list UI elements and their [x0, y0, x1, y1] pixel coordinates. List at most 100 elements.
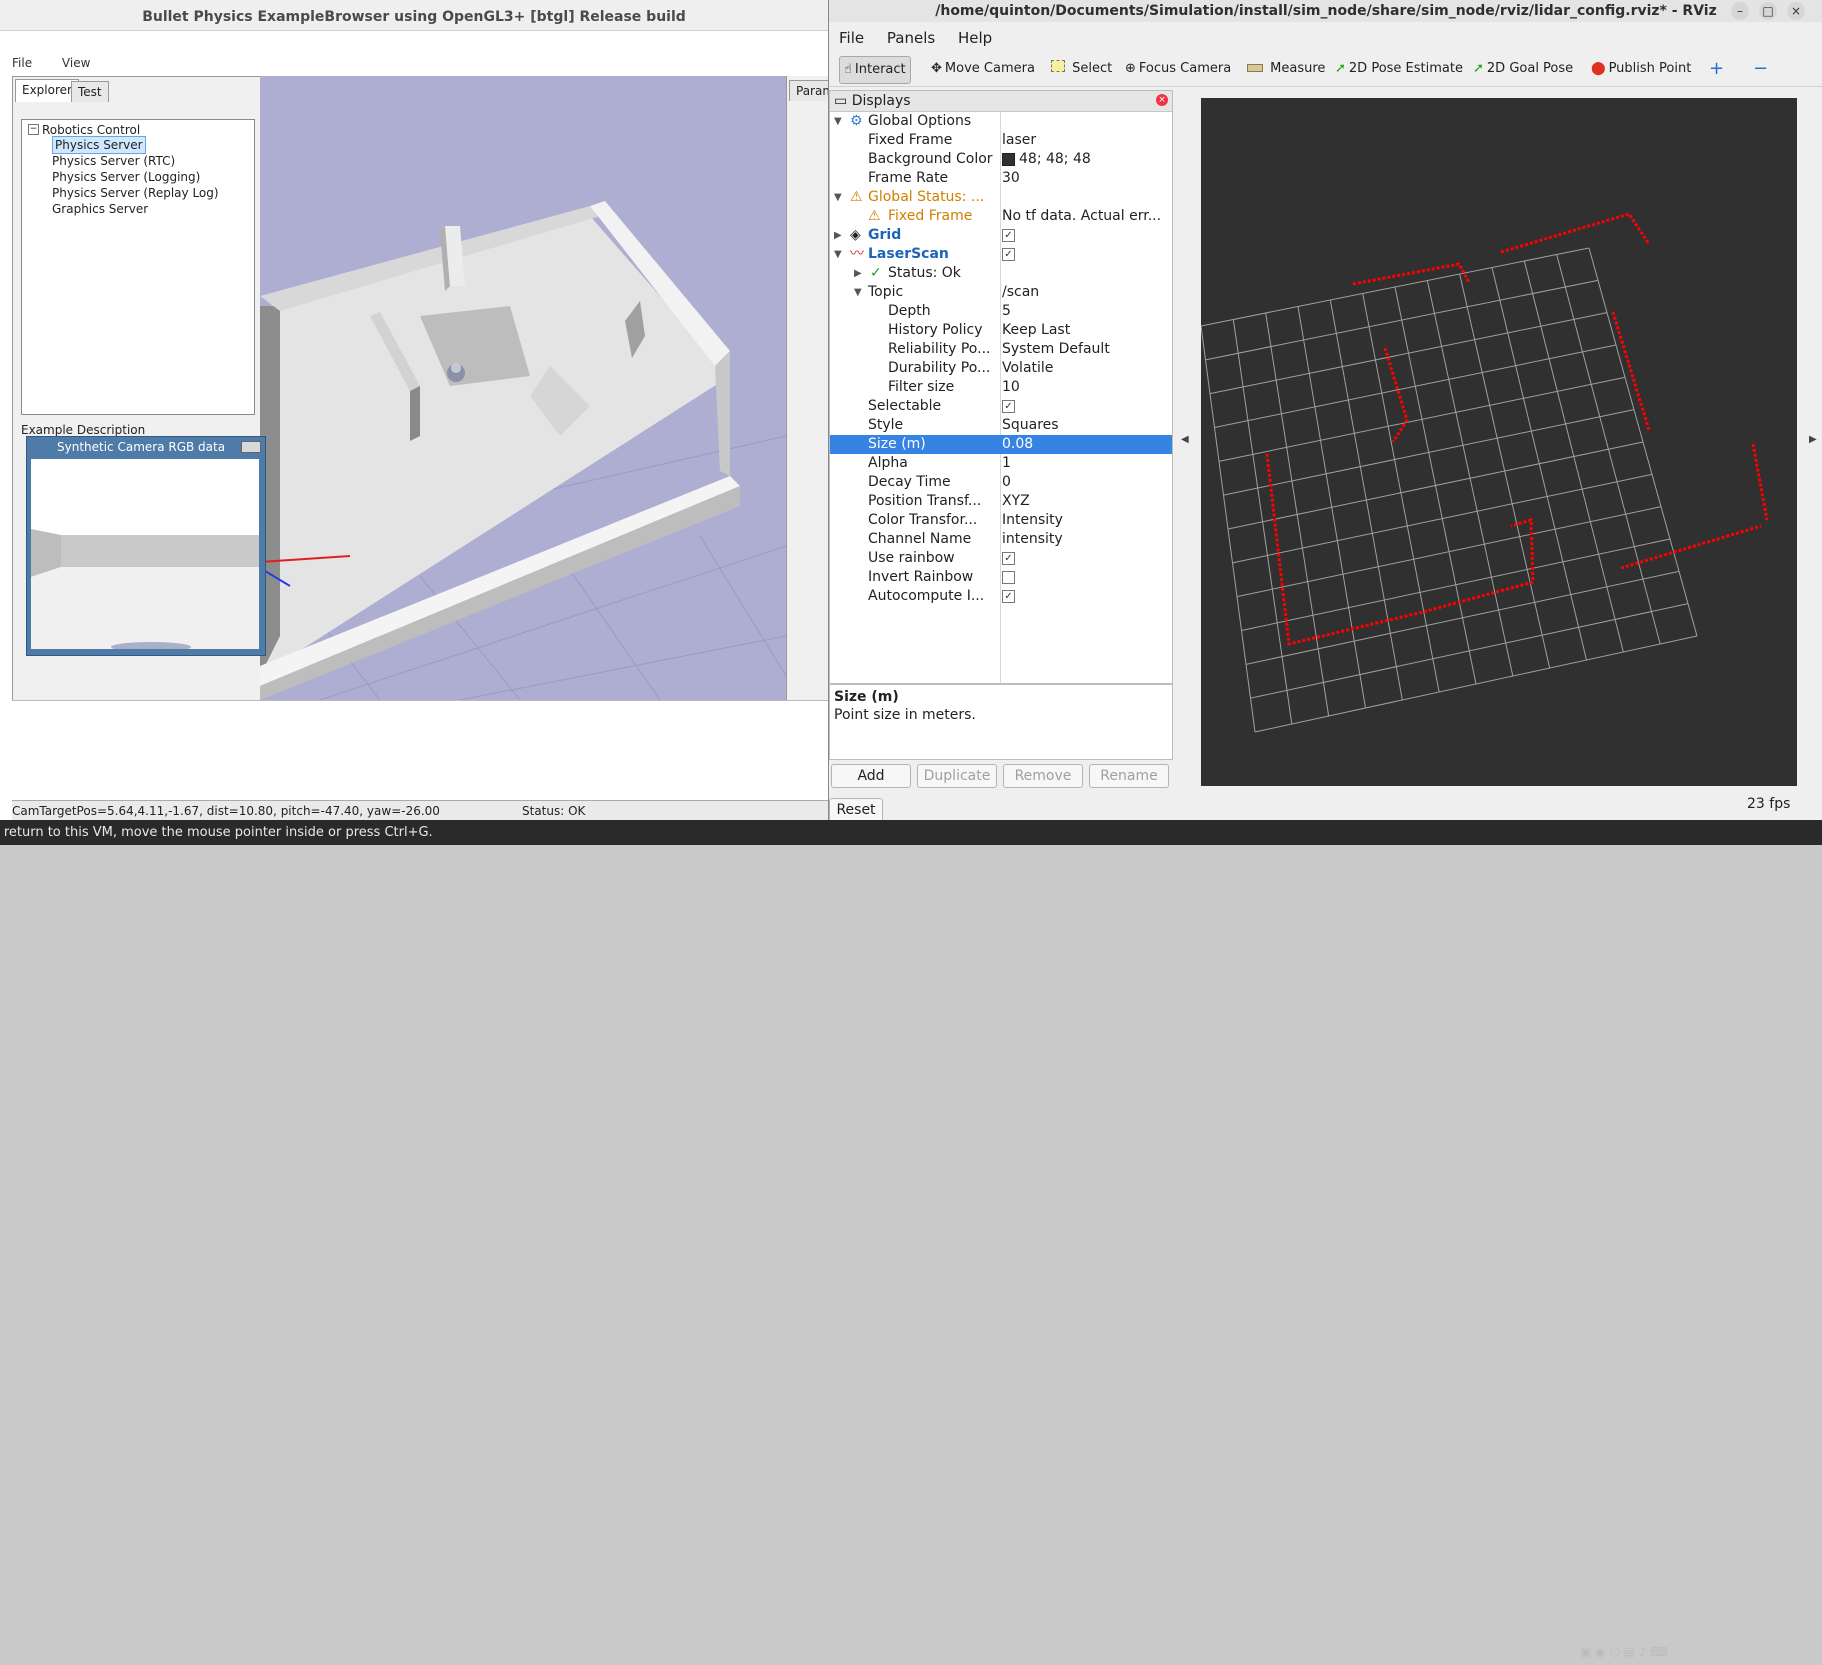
rviz-3d-view[interactable] — [1201, 98, 1797, 786]
tree-item-physics-server-logging[interactable]: Physics Server (Logging) — [52, 169, 200, 185]
menu-help[interactable]: Help — [958, 26, 992, 50]
menu-file[interactable]: File — [12, 56, 32, 70]
prop-channel-name[interactable]: Channel Name intensity — [830, 530, 1172, 549]
menu-file[interactable]: File — [839, 26, 864, 50]
prop-background-color[interactable]: Background Color 48; 48; 48 — [830, 150, 1172, 169]
focus-icon: ⊕ — [1125, 61, 1136, 76]
prop-invert-rainbow[interactable]: Invert Rainbow — [830, 568, 1172, 587]
add-display-button[interactable]: Add — [831, 764, 911, 788]
prop-size[interactable]: Size (m) 0.08 — [830, 435, 1172, 454]
tree-item-physics-server-replay[interactable]: Physics Server (Replay Log) — [52, 185, 219, 201]
close-icon[interactable]: × — [1156, 94, 1168, 106]
tool-move-camera[interactable]: ✥ Move Camera — [927, 56, 1039, 82]
description-title: Size (m) — [834, 689, 899, 705]
prop-topic[interactable]: ▼ Topic/scan — [830, 283, 1172, 302]
synthetic-camera-window[interactable]: Synthetic Camera RGB data — [26, 436, 266, 656]
network-icon[interactable]: ▣ — [1580, 1645, 1591, 1659]
reset-button[interactable]: Reset — [829, 798, 883, 822]
tool-measure[interactable]: Measure — [1243, 56, 1329, 82]
displays-header: ▭ Displays × — [830, 91, 1172, 112]
autocompute-checkbox[interactable]: ✓ — [1002, 589, 1015, 603]
prop-global-status[interactable]: ▼ ⚠ Global Status: ... — [830, 188, 1172, 207]
rviz-toolbar: ☝ Interact ✥ Move Camera Select ⊕ Focus Cam… — [829, 52, 1822, 87]
prop-filter-size[interactable]: Filter size 10 — [830, 378, 1172, 397]
close-icon[interactable]: × — [1787, 2, 1805, 20]
expand-right-icon[interactable]: ▶ — [834, 226, 842, 245]
minimize-icon[interactable]: – — [1731, 2, 1749, 20]
prop-status-fixed-frame[interactable]: ⚠ Fixed Frame No tf data. Actual err... — [830, 207, 1172, 226]
prop-selectable[interactable]: Selectable ✓ — [830, 397, 1172, 416]
laser-scan-render — [1201, 212, 1769, 733]
prop-use-rainbow[interactable]: Use rainbow ✓ — [830, 549, 1172, 568]
tool-2d-goal-pose[interactable]: ➚ 2D Goal Pose — [1469, 56, 1577, 82]
expand-down-icon[interactable]: ▼ — [854, 283, 862, 302]
selectable-checkbox[interactable]: ✓ — [1002, 399, 1015, 413]
prop-grid[interactable]: ▶ ◈ Grid ✓ — [830, 226, 1172, 245]
displays-panel: ▭ Displays × ▼ ⚙ Global Options Fixed Fram… — [829, 90, 1173, 684]
prop-durability-policy[interactable]: Durability Po... Volatile — [830, 359, 1172, 378]
prop-decay-time[interactable]: Decay Time 0 — [830, 473, 1172, 492]
prop-global-options[interactable]: ▼ ⚙ Global Options — [830, 112, 1172, 131]
tab-explorer[interactable]: Explorer — [15, 79, 79, 102]
prop-position-transformer[interactable]: Position Transf... XYZ — [830, 492, 1172, 511]
prop-depth[interactable]: Depth 5 — [830, 302, 1172, 321]
prop-status-ok[interactable]: ▶ ✓ Status: Ok — [830, 264, 1172, 283]
audio-icon[interactable]: ♪ — [1639, 1645, 1647, 1659]
prop-history-policy[interactable]: History Policy Keep Last — [830, 321, 1172, 340]
maximize-icon[interactable]: □ — [1759, 2, 1777, 20]
keyboard-icon[interactable]: ⌨ — [1650, 1645, 1667, 1659]
prop-alpha[interactable]: Alpha 1 — [830, 454, 1172, 473]
rviz-menubar: File Panels Help — [829, 26, 1822, 50]
displays-title: Displays — [851, 93, 911, 109]
checkmark-icon: ✓ — [870, 265, 882, 281]
menu-panels[interactable]: Panels — [887, 26, 935, 50]
bullet-menubar: File View — [12, 56, 312, 74]
rename-display-button[interactable]: Rename — [1089, 764, 1169, 788]
expand-down-icon[interactable]: ▼ — [834, 245, 842, 264]
disk-icon[interactable]: ◉ — [1595, 1645, 1605, 1659]
expand-down-icon[interactable]: ▼ — [834, 112, 842, 131]
collapse-left-icon[interactable]: ◀ — [1181, 434, 1189, 445]
laser-scan-segment — [1265, 453, 1535, 646]
use-rainbow-checkbox[interactable]: ✓ — [1002, 551, 1015, 565]
prop-laserscan[interactable]: ▼ 〰 LaserScan ✓ — [830, 245, 1172, 264]
expand-right-icon[interactable]: ▶ — [854, 264, 862, 283]
color-swatch[interactable] — [1002, 152, 1015, 166]
minimize-icon[interactable] — [241, 441, 261, 453]
laserscan-enabled-checkbox[interactable]: ✓ — [1002, 247, 1015, 261]
laser-scan-segment — [1751, 443, 1769, 521]
tree-item-physics-server-rtc[interactable]: Physics Server (RTC) — [52, 153, 175, 169]
tool-focus-camera[interactable]: ⊕ Focus Camera — [1121, 56, 1235, 82]
prop-fixed-frame[interactable]: Fixed Frame laser — [830, 131, 1172, 150]
vm-hint-bar: To return to this VM, move the mouse poi… — [0, 820, 1822, 1659]
camera-status-text: CamTargetPos=5.64,4.11,-1.67, dist=10.80… — [12, 804, 440, 818]
bullet-3d-viewport[interactable] — [260, 76, 786, 700]
tree-item-graphics-server[interactable]: Graphics Server — [52, 201, 148, 217]
prop-color-transformer[interactable]: Color Transfor... Intensity — [830, 511, 1172, 530]
prop-style[interactable]: Style Squares — [830, 416, 1172, 435]
duplicate-display-button[interactable]: Duplicate — [917, 764, 997, 788]
tree-collapse-toggle[interactable]: − — [28, 124, 39, 135]
add-tool-button[interactable]: + — [1705, 56, 1728, 82]
collapse-right-icon[interactable]: ▶ — [1809, 434, 1817, 445]
usb-icon[interactable]: ⬡ — [1609, 1645, 1619, 1659]
invert-rainbow-checkbox[interactable] — [1002, 570, 1015, 584]
prop-autocompute-intensity[interactable]: Autocompute I... ✓ — [830, 587, 1172, 606]
tool-interact[interactable]: ☝ Interact — [839, 56, 911, 84]
tool-2d-pose-estimate[interactable]: ➚ 2D Pose Estimate — [1331, 56, 1467, 82]
grid-enabled-checkbox[interactable]: ✓ — [1002, 228, 1015, 242]
expand-down-icon[interactable]: ▼ — [834, 188, 842, 207]
tool-select[interactable]: Select — [1047, 56, 1116, 82]
grid-line — [1241, 538, 1671, 631]
tool-publish-point[interactable]: ⬤ Publish Point — [1587, 56, 1695, 82]
prop-reliability-policy[interactable]: Reliability Po... System Default — [830, 340, 1172, 359]
remove-tool-button[interactable]: − — [1749, 56, 1772, 82]
remove-display-button[interactable]: Remove — [1003, 764, 1083, 788]
menu-view[interactable]: View — [62, 56, 90, 70]
tab-test[interactable]: Test — [71, 81, 109, 102]
example-tree: − Robotics Control Physics Server Physic… — [21, 119, 255, 415]
params-panel: Params — [786, 76, 848, 700]
display-icon[interactable]: ▤ — [1624, 1645, 1635, 1659]
prop-frame-rate[interactable]: Frame Rate 30 — [830, 169, 1172, 188]
tree-item-physics-server[interactable]: Physics Server — [52, 136, 146, 154]
